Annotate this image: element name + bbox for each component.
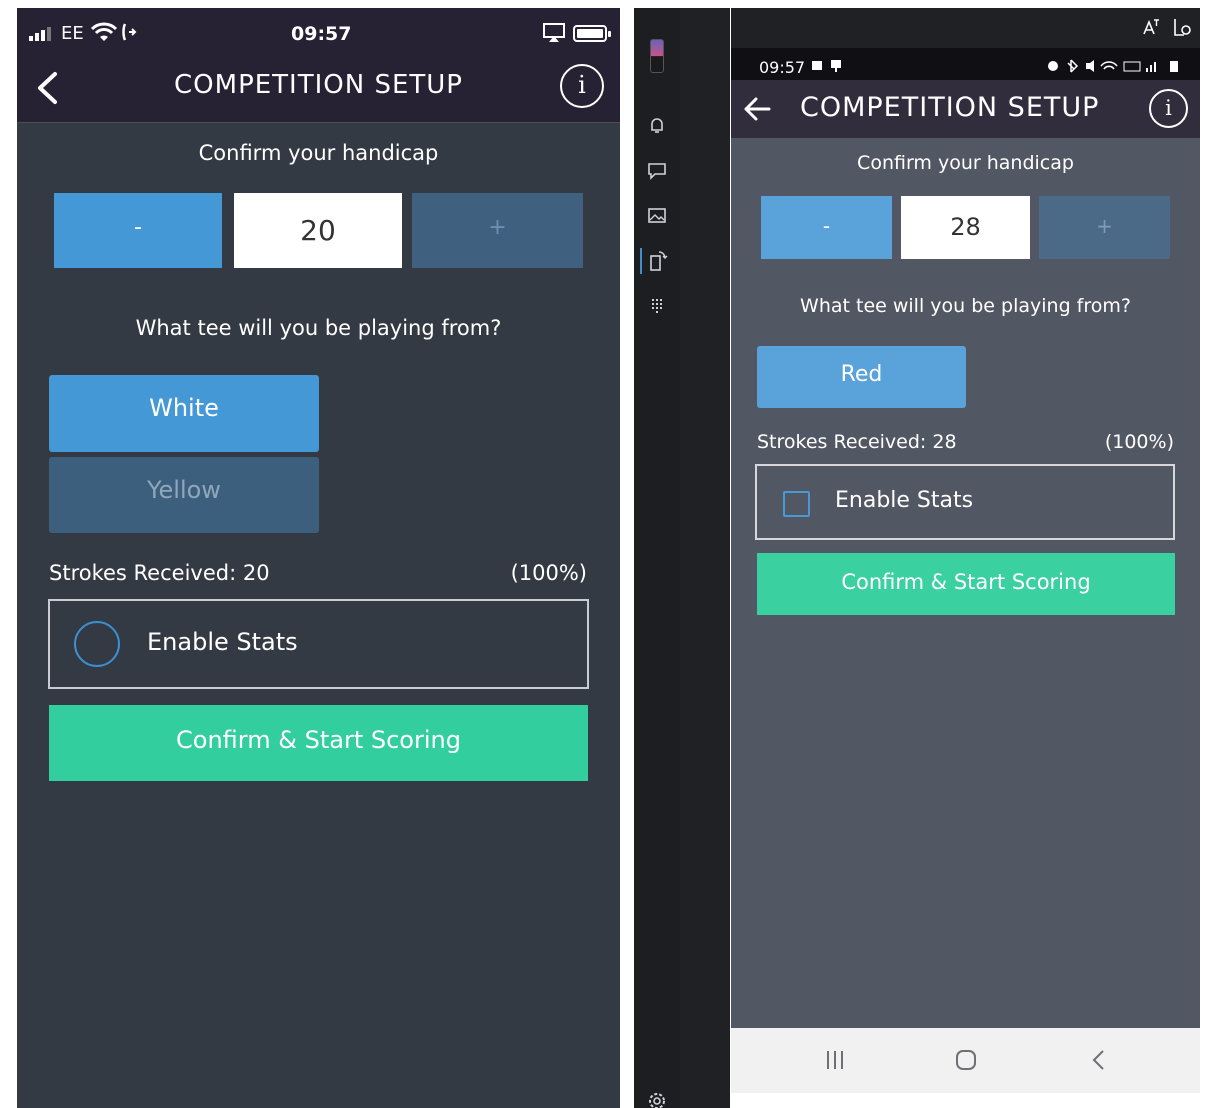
status-time: 09:57 xyxy=(759,58,806,77)
screen-record-icon[interactable] xyxy=(1172,17,1192,37)
recents-icon[interactable] xyxy=(823,1048,847,1072)
tee-option-red[interactable]: Red xyxy=(757,346,966,408)
back-button[interactable] xyxy=(739,92,775,126)
bell-icon[interactable] xyxy=(646,115,668,137)
message-icon[interactable] xyxy=(646,160,668,182)
strokes-received-text: Strokes Received: 20 xyxy=(49,561,270,585)
gap xyxy=(620,8,634,1108)
tee-label: What tee will you be playing from? xyxy=(135,316,502,340)
back-nav-icon[interactable] xyxy=(1087,1048,1111,1072)
handicap-increment-button[interactable]: + xyxy=(1039,196,1170,259)
handicap-label: Confirm your handicap xyxy=(198,141,439,165)
handicap-increment-button[interactable]: + xyxy=(412,193,583,268)
system-status-icons xyxy=(1048,59,1178,73)
emulator-top-strip xyxy=(731,8,1200,48)
page-title: COMPETITION SETUP xyxy=(174,70,463,100)
settings-icon[interactable] xyxy=(646,1090,668,1108)
arrow-left-icon xyxy=(744,97,771,121)
emulator-toolbar xyxy=(634,8,680,1108)
ios-header-bar: COMPETITION SETUP i xyxy=(17,58,620,123)
strokes-received-text: Strokes Received: 28 xyxy=(757,431,957,453)
active-indicator xyxy=(640,248,642,274)
strokes-percent: (100%) xyxy=(1104,431,1174,453)
battery-icon xyxy=(573,25,611,42)
info-button[interactable]: i xyxy=(560,64,604,108)
rotate-device-icon[interactable] xyxy=(646,250,668,272)
airplay-icon xyxy=(543,23,565,42)
tee-option-white[interactable]: White xyxy=(49,375,319,452)
enable-stats-label: Enable Stats xyxy=(147,628,298,656)
cellular-signal-icon xyxy=(29,27,51,41)
checkbox-unchecked-icon[interactable] xyxy=(783,491,810,517)
handicap-value-field[interactable]: 28 xyxy=(901,196,1030,259)
android-header-bar: COMPETITION SETUP i xyxy=(731,80,1200,138)
enable-stats-toggle[interactable]: Enable Stats xyxy=(755,464,1175,540)
strokes-percent: (100%) xyxy=(510,561,587,585)
notification-icons xyxy=(812,60,841,72)
page-title: COMPETITION SETUP xyxy=(800,92,1100,123)
confirm-start-scoring-button[interactable]: Confirm & Start Scoring xyxy=(757,553,1175,615)
status-time: 09:57 xyxy=(291,23,352,45)
info-button[interactable]: i xyxy=(1149,89,1188,128)
image-icon[interactable] xyxy=(646,205,668,227)
strokes-received-row: Strokes Received: 20 (100%) xyxy=(49,561,587,585)
handicap-value-field[interactable]: 20 xyxy=(234,193,402,268)
strokes-received-row: Strokes Received: 28 (100%) xyxy=(757,431,1174,453)
radio-unchecked-icon[interactable] xyxy=(74,621,120,667)
tee-label: What tee will you be playing from? xyxy=(800,295,1131,317)
call-forward-icon xyxy=(122,23,137,41)
ios-phone-screen: EE 09:57 COMPETITION SETUP i Confirm you… xyxy=(17,8,620,1108)
android-status-bar: 09:57 xyxy=(731,48,1200,80)
carrier-name: EE xyxy=(61,23,84,44)
enable-stats-label: Enable Stats xyxy=(835,488,974,513)
handicap-decrement-button[interactable]: - xyxy=(54,193,222,268)
handicap-label: Confirm your handicap xyxy=(857,152,1074,174)
android-navigation-bar xyxy=(731,1028,1200,1093)
text-size-icon[interactable] xyxy=(1142,18,1160,36)
ios-status-bar: EE 09:57 xyxy=(17,8,620,58)
tee-option-yellow[interactable]: Yellow xyxy=(49,457,319,533)
gap xyxy=(680,8,730,1108)
screen-thumbnail-icon[interactable] xyxy=(650,39,664,73)
confirm-start-scoring-button[interactable]: Confirm & Start Scoring xyxy=(49,705,588,781)
handicap-decrement-button[interactable]: - xyxy=(761,196,892,259)
android-phone-screen: 09:57 COMPETITION SETUP i Confirm your h… xyxy=(731,8,1200,1093)
enable-stats-toggle[interactable]: Enable Stats xyxy=(48,599,589,689)
home-icon[interactable] xyxy=(954,1048,978,1072)
wifi-icon xyxy=(91,22,117,41)
dialpad-icon[interactable] xyxy=(646,295,668,317)
